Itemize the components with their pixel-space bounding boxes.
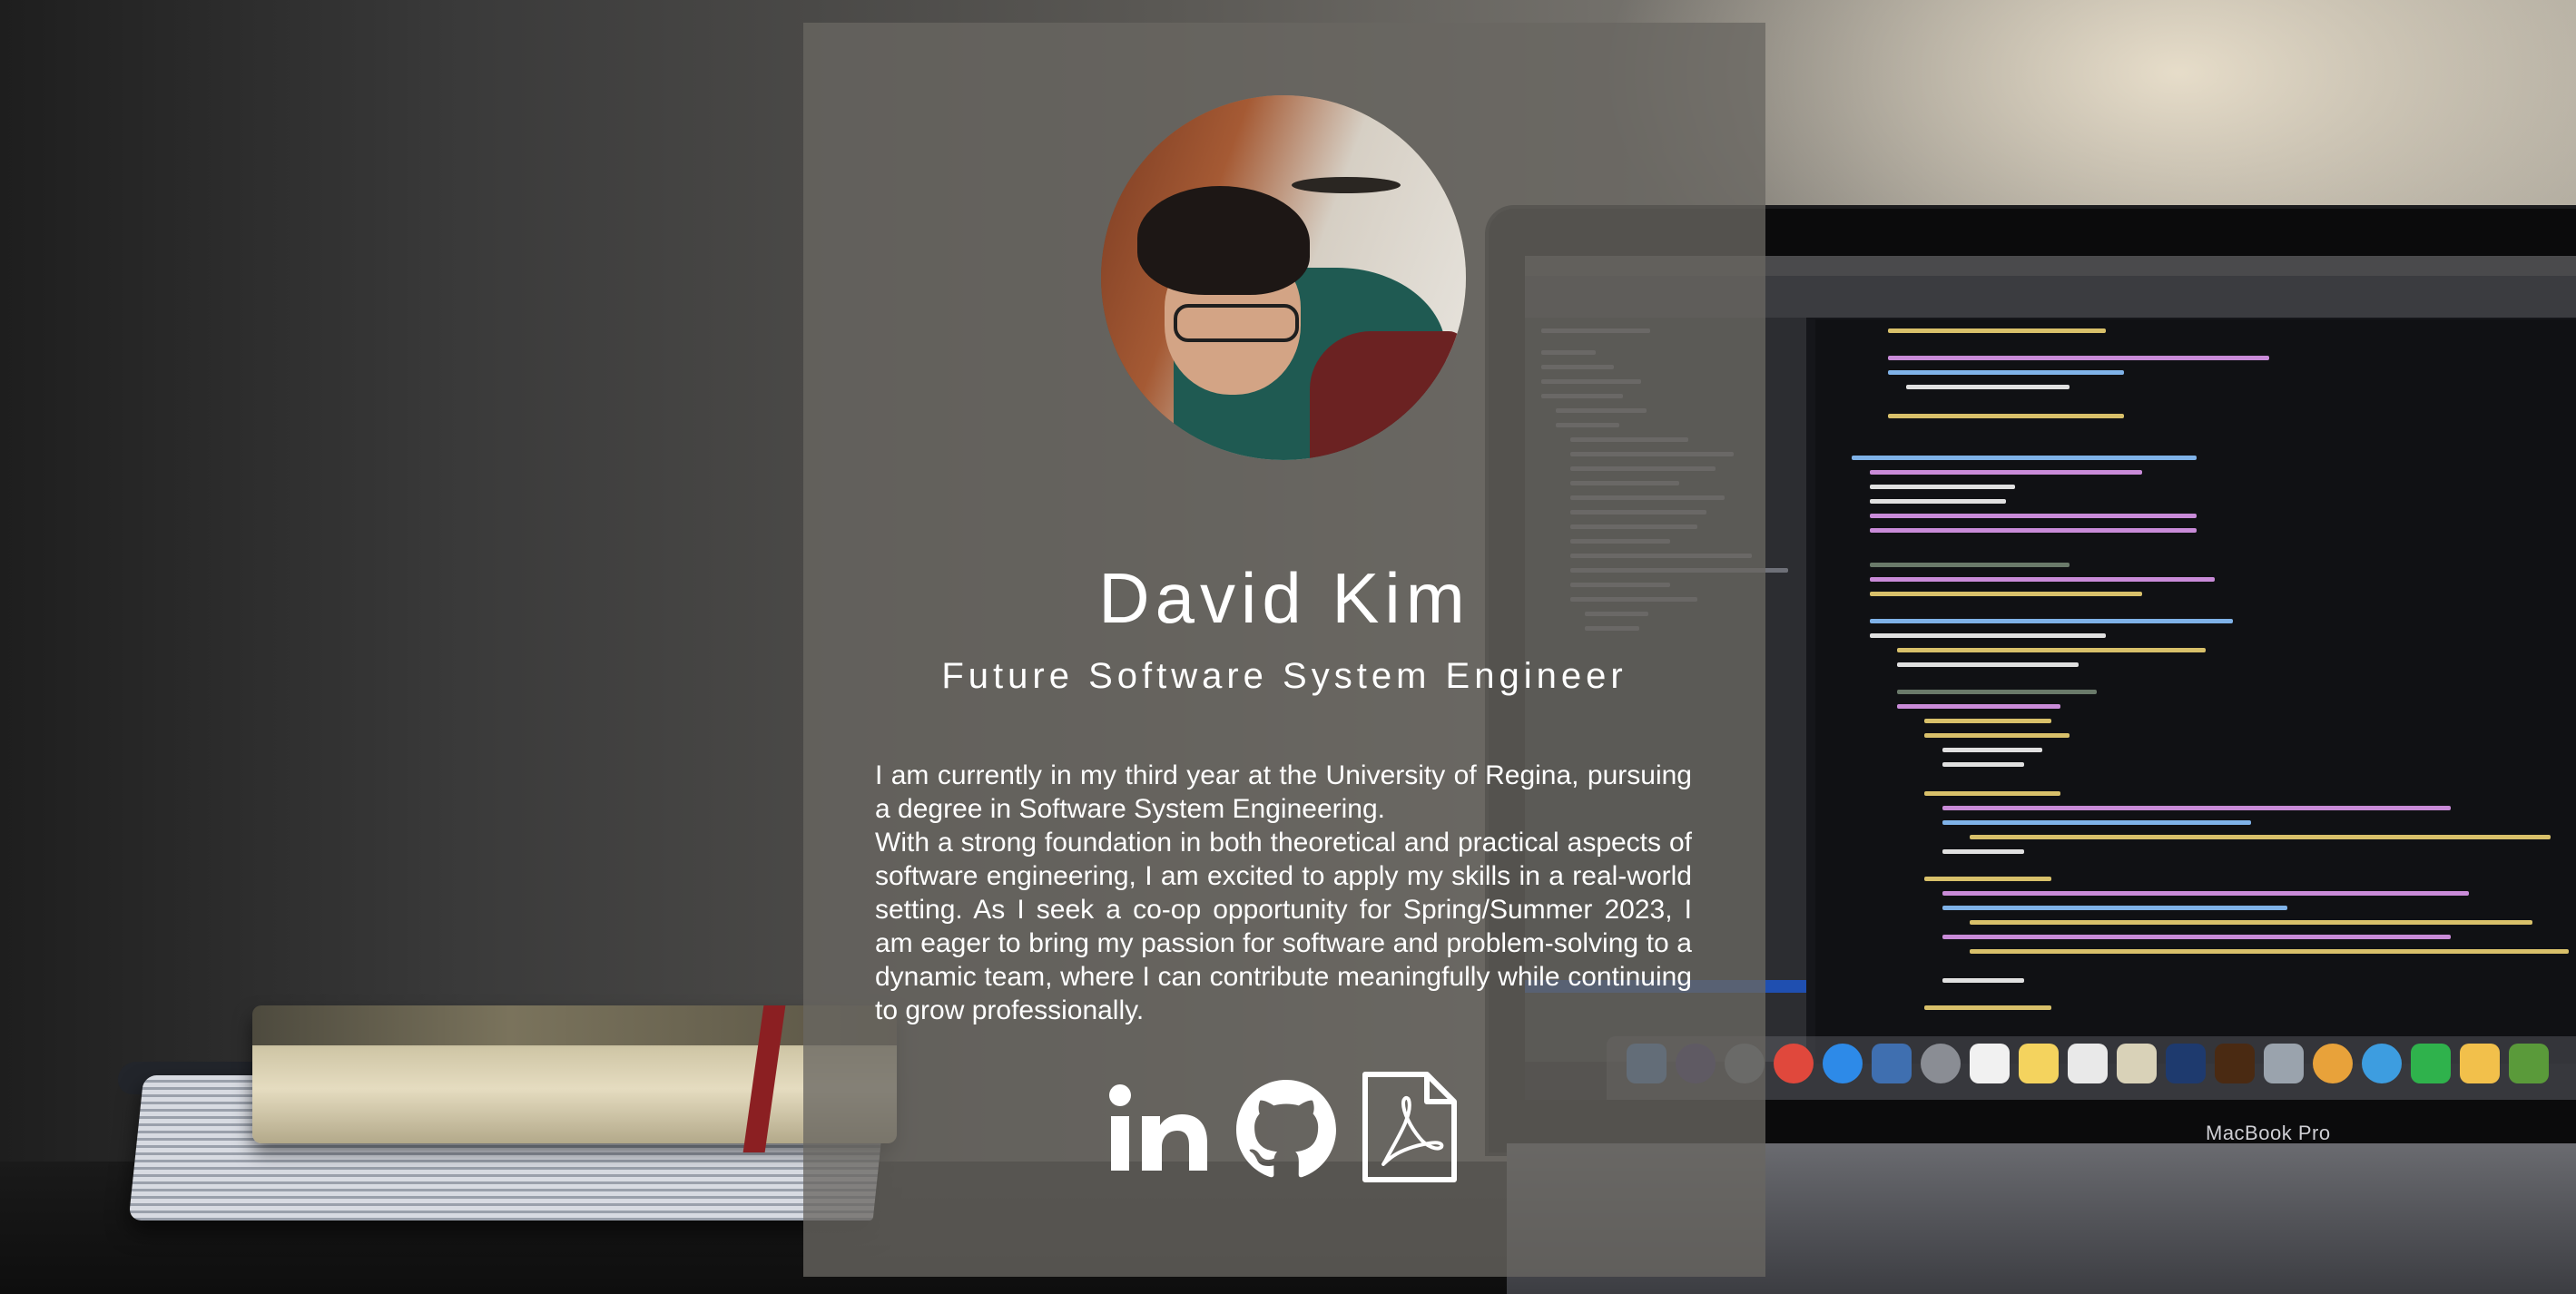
profile-bio: I am currently in my third year at the U… — [875, 759, 1692, 1027]
github-link[interactable] — [1236, 1080, 1336, 1184]
github-icon — [1236, 1080, 1336, 1178]
linkedin-link[interactable] — [1109, 1083, 1209, 1179]
profile-avatar — [1101, 95, 1466, 460]
profile-name: David Kim — [1098, 558, 1470, 639]
ide-code-editor — [1815, 319, 2576, 1064]
laptop-brand-label: MacBook Pro — [2206, 1122, 2331, 1144]
book-top — [252, 1005, 897, 1045]
social-links — [1109, 1071, 1472, 1198]
background-scene: MacBook Pro David Kim Future Software Sy… — [0, 0, 2576, 1294]
pdf-resume-icon — [1362, 1072, 1457, 1182]
resume-pdf-link[interactable] — [1360, 1071, 1460, 1188]
linkedin-icon — [1109, 1084, 1207, 1171]
bio-paragraph-2: With a strong foundation in both theoret… — [875, 828, 1692, 1025]
profile-title: Future Software System Engineer — [941, 656, 1627, 696]
bio-paragraph-1: I am currently in my third year at the U… — [875, 760, 1692, 824]
